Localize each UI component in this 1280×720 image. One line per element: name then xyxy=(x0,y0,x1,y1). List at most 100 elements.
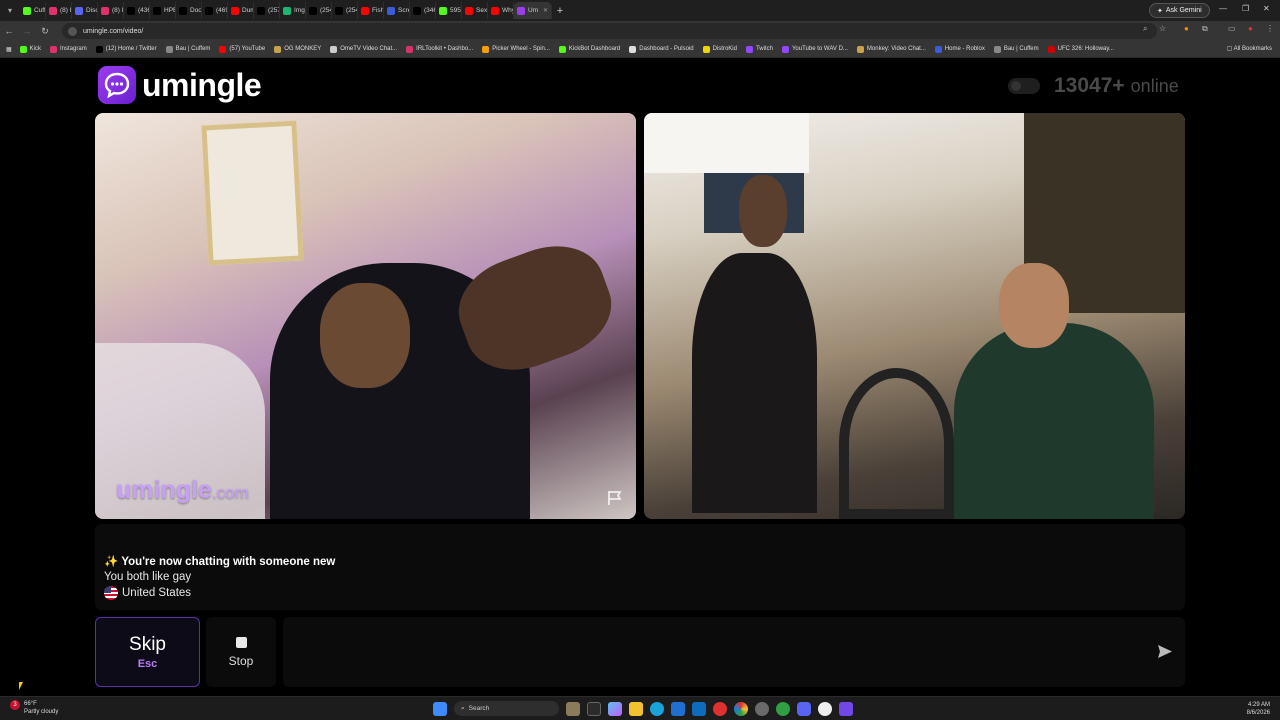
browser-tab[interactable]: 595kel✕ xyxy=(436,2,462,19)
browser-tab[interactable]: DoorD✕ xyxy=(176,2,202,19)
bookmark-label: KickBot Dashboard xyxy=(568,46,621,52)
browser-tab[interactable]: Why a✕ xyxy=(488,2,514,19)
bookmark-item[interactable]: (12) Home / Twitter xyxy=(95,45,157,53)
copilot-icon[interactable] xyxy=(608,701,622,716)
browser-tab[interactable]: Imgur✕ xyxy=(280,2,306,19)
bookmark-item[interactable]: Instagram xyxy=(50,45,87,53)
obs-icon[interactable] xyxy=(713,701,727,716)
instagram-icon xyxy=(101,6,109,15)
extension-icon[interactable]: ● xyxy=(1184,24,1189,33)
bookmark-star-icon[interactable]: ☆ xyxy=(1159,24,1166,33)
bookmark-item[interactable]: Picker Wheel - Spin... xyxy=(482,45,550,53)
browser-tab[interactable]: Cuffem✕ xyxy=(20,2,46,19)
maximize-icon[interactable]: ❐ xyxy=(1242,4,1249,13)
browser-tab[interactable]: Um ✕ xyxy=(514,2,552,19)
bookmark-item[interactable]: DistroKid xyxy=(702,45,737,53)
widgets-icon[interactable] xyxy=(566,701,580,716)
browser-tab[interactable]: (8) Insta✕ xyxy=(98,2,124,19)
skip-label: Skip xyxy=(129,634,166,655)
umingle-page: umingle 13047+ online umingle.com ✨ You'… xyxy=(0,58,1280,696)
address-bar[interactable]: umingle.com/video/ xyxy=(62,23,1157,39)
bookmark-item[interactable]: YouTube to WAV D... xyxy=(781,45,848,53)
minimize-icon[interactable]: — xyxy=(1219,4,1227,13)
bookmark-item[interactable]: Kick xyxy=(19,45,41,53)
media-player-icon[interactable] xyxy=(818,701,832,716)
browser-tab[interactable]: Sexyy✕ xyxy=(462,2,488,19)
browser-tab[interactable]: (8) Insta✕ xyxy=(46,2,72,19)
bookmark-item[interactable]: KickBot Dashboard xyxy=(558,45,621,53)
browser-tab[interactable]: (254) X✕ xyxy=(332,2,358,19)
browser-tab[interactable]: (469) X✕ xyxy=(202,2,228,19)
bookmark-item[interactable]: (57) YouTube xyxy=(219,45,266,53)
app-icon[interactable] xyxy=(776,701,790,716)
bookmark-label: OG MONKEY xyxy=(284,46,322,52)
windows-start-icon[interactable] xyxy=(433,701,447,716)
tab-search-icon[interactable]: ▾ xyxy=(0,0,20,21)
twitch-icon[interactable] xyxy=(839,701,853,716)
taskbar-search[interactable]: ⌕ Search xyxy=(454,701,559,716)
browser-tab[interactable]: Screen✕ xyxy=(384,2,410,19)
screen-icon xyxy=(387,6,395,15)
bookmark-label: (57) YouTube xyxy=(229,46,266,52)
chat-log: ✨ You're now chatting with someone new Y… xyxy=(95,524,1185,610)
chair xyxy=(839,368,954,519)
message-input[interactable] xyxy=(283,617,1185,687)
weather-widget[interactable]: 3 66°F Partly cloudy xyxy=(10,700,58,716)
bookmark-item[interactable]: Bau | Cuffem xyxy=(165,45,210,53)
bookmark-item[interactable]: Monkey: Video Chat... xyxy=(856,45,926,53)
all-bookmarks-button[interactable]: ▢ All Bookmarks xyxy=(1227,45,1272,52)
close-tab-icon[interactable]: ✕ xyxy=(543,7,548,14)
bookmark-item[interactable]: OG MONKEY xyxy=(274,45,322,53)
tab-label: (254) X xyxy=(346,7,357,14)
apps-grid-icon[interactable]: ▦ xyxy=(6,46,12,53)
browser-tab[interactable]: (436) X✕ xyxy=(124,2,150,19)
browser-tab[interactable]: (254) X✕ xyxy=(306,2,332,19)
bookmark-item[interactable]: Twitch xyxy=(745,45,773,53)
bookmark-favicon-icon xyxy=(482,45,490,53)
skip-button[interactable]: Skip Esc xyxy=(95,617,200,687)
close-window-icon[interactable]: ✕ xyxy=(1263,4,1270,13)
task-view-icon[interactable] xyxy=(587,701,601,716)
forward-icon[interactable]: → xyxy=(18,26,36,36)
profile-avatar[interactable]: ● xyxy=(1248,24,1253,33)
system-clock[interactable]: 4:29 AM 8/6/2026 xyxy=(1247,701,1270,717)
browser-tab[interactable]: Fishta✕ xyxy=(358,2,384,19)
online-indicator: 13047+ online xyxy=(1008,74,1179,98)
store-icon[interactable] xyxy=(671,701,685,716)
kick-icon xyxy=(439,6,447,15)
edge-icon[interactable] xyxy=(650,701,664,716)
zoom-icon[interactable]: ⌕ xyxy=(1143,24,1147,34)
report-flag-icon[interactable] xyxy=(606,489,624,507)
new-tab-button[interactable]: + xyxy=(552,5,568,17)
ask-gemini-button[interactable]: ✦ Ask Gemini xyxy=(1149,3,1210,18)
bookmark-item[interactable]: Home - Roblox xyxy=(934,45,985,53)
site-info-icon[interactable] xyxy=(68,26,77,36)
reload-icon[interactable]: ↻ xyxy=(36,26,54,37)
bookmark-item[interactable]: Dashboard - Pulsoid xyxy=(629,45,694,53)
bookmark-item[interactable]: IRLToolkit • Dashbo... xyxy=(406,45,473,53)
theme-toggle[interactable] xyxy=(1008,78,1040,94)
browser-tab[interactable]: Dumb✕ xyxy=(228,2,254,19)
browser-tab[interactable]: HPB8✕ xyxy=(150,2,176,19)
tab-label: HPB8 xyxy=(164,7,175,14)
stop-button[interactable]: Stop xyxy=(206,617,276,687)
chrome-menu-icon[interactable]: ⋮ xyxy=(1266,24,1274,33)
bookmark-item[interactable]: UFC 326: Holloway... xyxy=(1047,45,1114,53)
extensions-puzzle-icon[interactable]: ⧉ xyxy=(1202,24,1208,34)
bookmark-item[interactable]: OmeTV Video Chat... xyxy=(330,45,397,53)
outlook-icon[interactable] xyxy=(692,701,706,716)
discord-taskbar-icon[interactable] xyxy=(797,701,811,716)
browser-tab[interactable]: (346) X✕ xyxy=(410,2,436,19)
bookmark-item[interactable]: Bau | Cuffem xyxy=(993,45,1039,53)
settings-icon[interactable] xyxy=(755,701,769,716)
browser-tab[interactable]: (257) X✕ xyxy=(254,2,280,19)
browser-tab[interactable]: Discord✕ xyxy=(72,2,98,19)
bookmark-favicon-icon xyxy=(993,45,1001,53)
brand-logo[interactable]: umingle xyxy=(98,66,262,104)
sidebar-icon[interactable]: ▭ xyxy=(1228,24,1236,33)
file-explorer-icon[interactable] xyxy=(629,701,643,716)
back-icon[interactable]: ← xyxy=(0,26,18,36)
bookmark-label: DistroKid xyxy=(712,46,737,52)
send-icon[interactable] xyxy=(1156,643,1173,660)
chrome-icon[interactable] xyxy=(734,701,748,716)
